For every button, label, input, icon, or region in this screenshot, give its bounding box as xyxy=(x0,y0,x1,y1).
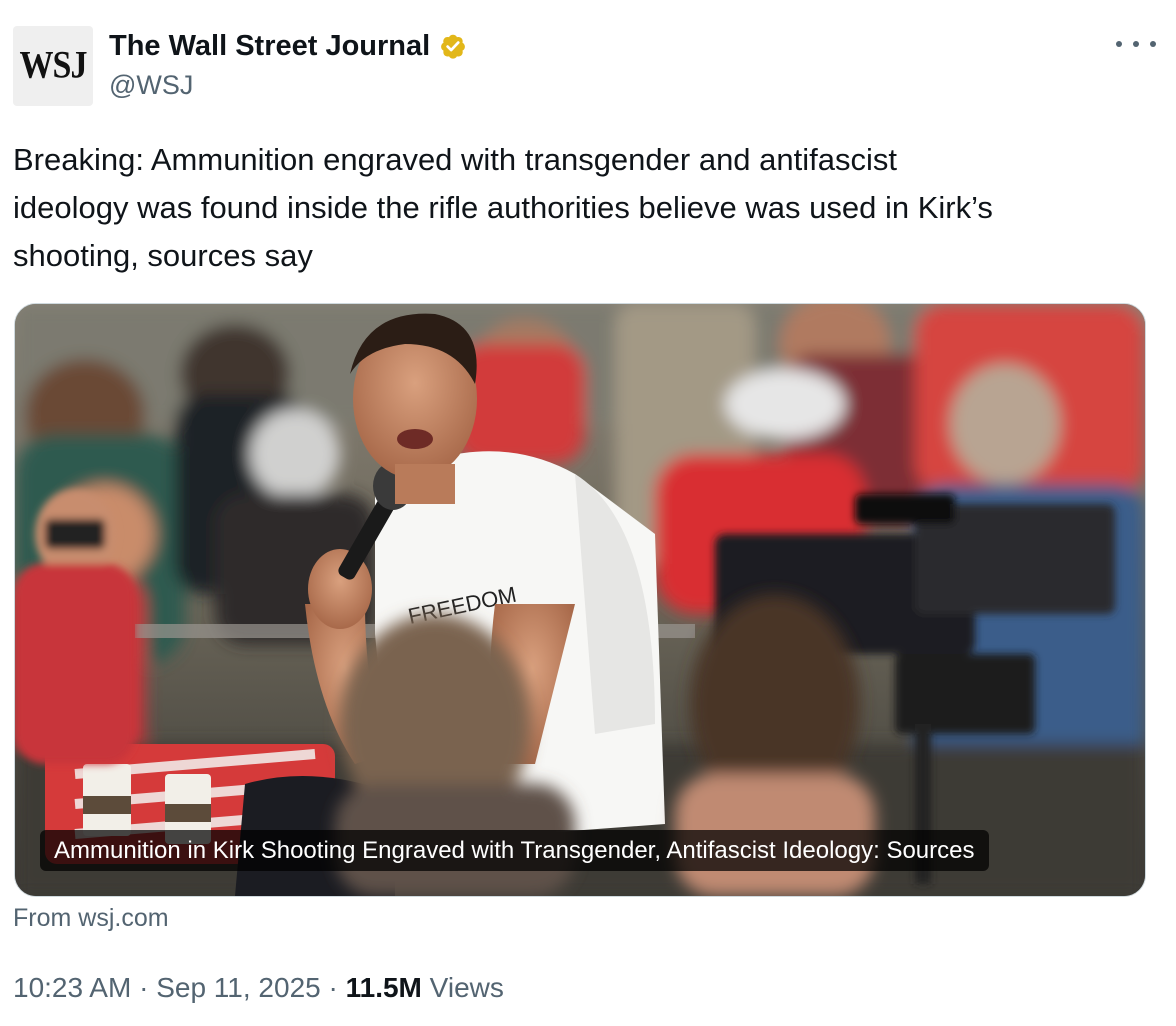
avatar-logo-text: WSJ xyxy=(19,44,88,87)
verified-badge-icon[interactable] xyxy=(436,29,470,63)
more-dot xyxy=(1116,41,1122,47)
card-caption[interactable]: Ammunition in Kirk Shooting Engraved wit… xyxy=(40,830,989,871)
tweet-date[interactable]: Sep 11, 2025 xyxy=(156,972,321,1003)
account-names: The Wall Street Journal @WSJ xyxy=(109,26,470,101)
more-dot xyxy=(1150,41,1156,47)
more-options-icon[interactable] xyxy=(1116,32,1156,56)
tweet-header: WSJ The Wall Street Journal @WSJ xyxy=(13,26,1156,106)
tweet-text: Breaking: Ammunition engraved with trans… xyxy=(13,142,993,273)
tweet-metadata: 10:23 AM · Sep 11, 2025 · 11.5M Views xyxy=(13,972,504,1004)
avatar[interactable]: WSJ xyxy=(13,26,93,106)
meta-separator: · xyxy=(320,972,346,1003)
meta-separator: · xyxy=(131,972,157,1003)
tweet: WSJ The Wall Street Journal @WSJ Breakin… xyxy=(0,0,1176,1026)
tweet-time[interactable]: 10:23 AM xyxy=(13,972,131,1003)
link-card[interactable]: FREEDOM xyxy=(14,303,1146,897)
display-name-row: The Wall Street Journal xyxy=(109,26,470,66)
card-image[interactable]: FREEDOM xyxy=(15,304,1145,896)
views-count[interactable]: 11.5M xyxy=(346,972,422,1003)
account-handle[interactable]: @WSJ xyxy=(109,70,470,101)
views-label: Views xyxy=(429,972,504,1003)
card-source-link[interactable]: From wsj.com xyxy=(13,904,169,933)
display-name[interactable]: The Wall Street Journal xyxy=(109,30,430,63)
more-dot xyxy=(1133,41,1139,47)
